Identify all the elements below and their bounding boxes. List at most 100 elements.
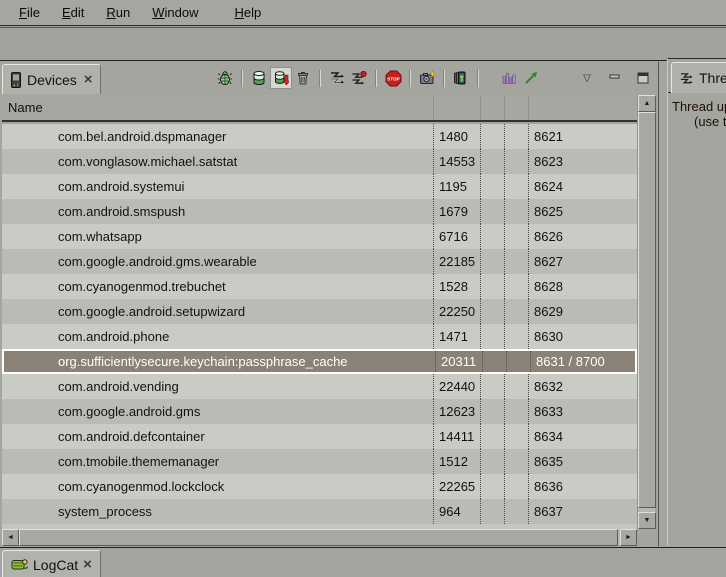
dump-hprof-button[interactable]: [270, 67, 292, 89]
ddms-window: File Edit Run Window Help De: [0, 0, 726, 577]
update-threads-button[interactable]: [326, 67, 348, 89]
process-port: 8631 / 8700: [530, 351, 635, 372]
screen-capture-button[interactable]: [416, 67, 438, 89]
table-row[interactable]: com.vonglasow.michael.satstat145538623: [2, 149, 637, 174]
process-col3: [480, 249, 504, 274]
process-name: com.bel.android.dspmanager: [2, 124, 433, 149]
start-method-profiling-button[interactable]: [348, 67, 370, 89]
table-row[interactable]: com.tmobile.thememanager15128635: [2, 449, 637, 474]
process-pid: 14553: [433, 149, 480, 174]
threads-view: Threads Thread updates not enabled for s…: [667, 58, 726, 546]
process-col3: [480, 149, 504, 174]
scroll-left-button[interactable]: ◄: [2, 529, 19, 546]
process-name: com.google.android.gms.wearable: [2, 249, 433, 274]
header-col-name[interactable]: Name: [2, 95, 433, 120]
vertical-scrollbar[interactable]: ▲ ▼: [637, 95, 655, 529]
horizontal-scrollbar[interactable]: ◄ ►: [2, 529, 637, 546]
tab-logcat-label: LogCat: [33, 557, 78, 573]
threads-tabbar: Threads: [668, 59, 726, 93]
header-col-pid[interactable]: [433, 95, 480, 120]
process-pid: 1679: [433, 199, 480, 224]
start-method-profiling-icon: [351, 70, 367, 86]
table-row[interactable]: com.cyanogenmod.lockclock222658636: [2, 474, 637, 499]
table-row[interactable]: system_process9648637: [2, 499, 637, 524]
process-name: com.android.systemui: [2, 174, 433, 199]
screen-record-icon: [453, 70, 469, 86]
menu-help[interactable]: Help: [223, 1, 272, 24]
tab-logcat[interactable]: LogCat ×: [2, 550, 101, 577]
table-row[interactable]: com.google.android.setupwizard22250 8629: [2, 299, 637, 324]
process-col3: [480, 424, 504, 449]
table-row[interactable]: com.whatsapp67168626: [2, 224, 637, 249]
scroll-up-button[interactable]: ▲: [638, 95, 656, 112]
menu-edit[interactable]: Edit: [51, 1, 95, 24]
process-port: 8629: [528, 299, 637, 324]
dump-hprof-icon: [273, 70, 289, 86]
table-row[interactable]: com.android.vending224408632: [2, 374, 637, 399]
view-menu-icon: ▽: [583, 73, 591, 84]
process-name: org.sufficientlysecure.keychain:passphra…: [4, 351, 435, 372]
process-col4: [504, 499, 528, 524]
opengl-trace-button[interactable]: [520, 67, 542, 89]
table-row[interactable]: com.bel.android.dspmanager14808621: [2, 124, 637, 149]
debug-button[interactable]: [214, 67, 236, 89]
tab-devices[interactable]: Devices ×: [2, 64, 101, 94]
horizontal-scroll-thumb[interactable]: [19, 529, 618, 546]
process-pid: 20311: [435, 351, 482, 372]
process-name: com.cyanogenmod.lockclock: [2, 474, 433, 499]
table-row[interactable]: com.google.android.gms126238633: [2, 399, 637, 424]
process-port: 8627: [528, 249, 637, 274]
process-col3: [480, 499, 504, 524]
scroll-right-button[interactable]: ►: [620, 529, 637, 546]
toolbar-separator: [241, 70, 243, 87]
process-col3: [480, 299, 504, 324]
table-header: Name: [2, 95, 637, 122]
close-icon[interactable]: ×: [84, 75, 93, 85]
cause-gc-button[interactable]: [292, 67, 314, 89]
minimize-button[interactable]: [604, 67, 626, 89]
table-row[interactable]: com.android.smspush16798625: [2, 199, 637, 224]
view-menu-button[interactable]: ▽: [576, 67, 598, 89]
header-col-4[interactable]: [504, 95, 528, 120]
minimize-icon: [608, 71, 622, 85]
systrace-button[interactable]: [498, 67, 520, 89]
header-col-port[interactable]: [528, 95, 637, 120]
scroll-down-button[interactable]: ▼: [638, 512, 656, 529]
maximize-button[interactable]: [632, 67, 654, 89]
process-name: com.android.smspush: [2, 199, 433, 224]
screen-record-button[interactable]: [450, 67, 472, 89]
threads-message-line1: Thread updates not enabled for selected …: [672, 99, 726, 114]
table-row[interactable]: com.cyanogenmod.trebuchet15288628: [2, 274, 637, 299]
tab-threads[interactable]: Threads: [671, 62, 726, 93]
process-col3: [480, 124, 504, 149]
process-name: com.google.android.setupwizard: [2, 299, 433, 324]
process-pid: 22250: [433, 299, 480, 324]
table-row[interactable]: org.sufficientlysecure.keychain:passphra…: [2, 349, 637, 374]
toolbar-separator: [443, 70, 445, 87]
table-row[interactable]: com.android.phone14718630: [2, 324, 637, 349]
header-col-3[interactable]: [480, 95, 504, 120]
devices-toolbar: STOP: [214, 65, 654, 91]
menu-file[interactable]: File: [8, 1, 51, 24]
table-row[interactable]: com.google.android.gms.wearable221858627: [2, 249, 637, 274]
threads-message-line2: (use toolbar button to enable): [694, 114, 726, 129]
process-col4: [504, 249, 528, 274]
table-row[interactable]: com.android.systemui11958624: [2, 174, 637, 199]
stop-process-button[interactable]: STOP: [382, 67, 404, 89]
process-port: 8632: [528, 374, 637, 399]
menu-window[interactable]: Window: [141, 1, 209, 24]
update-heap-button[interactable]: [248, 67, 270, 89]
process-pid: 14411: [433, 424, 480, 449]
process-port: 8636: [528, 474, 637, 499]
header-name-label: Name: [8, 100, 43, 115]
process-col4: [504, 274, 528, 299]
process-col4: [504, 199, 528, 224]
vertical-scroll-thumb[interactable]: [638, 112, 656, 508]
table-row[interactable]: com.android.defcontainer144118634: [2, 424, 637, 449]
process-col3: [480, 474, 504, 499]
process-pid: 1480: [433, 124, 480, 149]
menu-run[interactable]: Run: [95, 1, 141, 24]
threads-message: Thread updates not enabled for selected …: [672, 99, 726, 129]
process-col3: [480, 399, 504, 424]
close-icon[interactable]: ×: [83, 556, 92, 573]
